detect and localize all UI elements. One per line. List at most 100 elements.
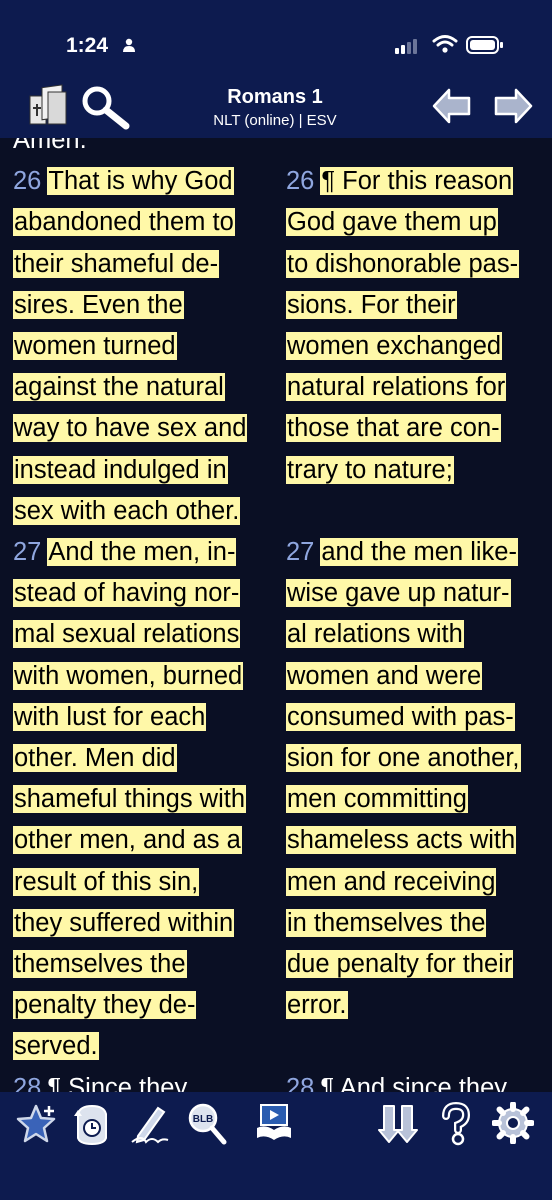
verse-line[interactable]: shameless acts with bbox=[286, 822, 517, 858]
verse-text: shameful things with bbox=[13, 785, 247, 814]
search-icon[interactable] bbox=[80, 86, 132, 130]
verse-line-start[interactable]: 27 And the men, in- bbox=[13, 534, 237, 570]
status-time: 1:24 bbox=[66, 34, 109, 57]
verse-line[interactable]: abandoned them to bbox=[13, 204, 235, 240]
verse-line[interactable]: their shameful de- bbox=[13, 246, 220, 282]
verse-text: against the natural bbox=[13, 373, 225, 402]
verse-line-start[interactable]: 27 and the men like- bbox=[286, 534, 518, 570]
verse-text: penalty they de- bbox=[13, 991, 197, 1020]
blb-label: BLB bbox=[193, 1114, 214, 1125]
verse-text: al relations with bbox=[286, 620, 464, 649]
verse-line[interactable]: due penalty for their bbox=[286, 946, 514, 982]
verse-line[interactable]: result of this sin, bbox=[13, 864, 200, 900]
verse-line[interactable]: men committing bbox=[286, 781, 468, 817]
person-icon bbox=[123, 38, 135, 52]
verse-number[interactable]: 28 bbox=[286, 1074, 314, 1092]
verse-line[interactable]: error. bbox=[286, 987, 348, 1023]
verse-text: trary to nature; bbox=[286, 455, 454, 484]
verse-line[interactable]: Amen. bbox=[13, 138, 87, 158]
verse-line[interactable]: sions. For their bbox=[286, 287, 457, 323]
verse-text: those that are con- bbox=[286, 414, 501, 443]
verse-text: result of this sin, bbox=[13, 867, 200, 896]
scripture-content[interactable]: Amen. 26 That is why God abandoned them to t… bbox=[0, 138, 552, 1092]
verse-line[interactable]: way to have sex and bbox=[13, 410, 248, 446]
favorites-star-icon[interactable] bbox=[15, 1102, 57, 1144]
bible-books-icon[interactable] bbox=[26, 84, 70, 128]
verse-line[interactable]: instead indulged in bbox=[13, 452, 228, 488]
verse-line[interactable]: to dishonorable pas- bbox=[286, 246, 520, 282]
verse-text: And the men, in- bbox=[47, 538, 237, 566]
verse-text: with lust for each bbox=[13, 702, 207, 731]
verse-line[interactable]: mal sexual relations bbox=[13, 616, 241, 652]
verse-line-start[interactable]: 26 That is why God bbox=[13, 163, 234, 199]
verse-line[interactable]: women and were bbox=[286, 658, 483, 694]
verse-number[interactable]: 28 bbox=[13, 1074, 41, 1092]
verse-line-start[interactable]: 26 ¶ For this reason bbox=[286, 163, 514, 199]
verse-line[interactable]: they suffered within bbox=[13, 905, 235, 941]
verse-text: That is why God bbox=[47, 167, 234, 196]
verse-line[interactable]: God gave them up bbox=[286, 204, 498, 240]
verse-line-start[interactable]: 28 ¶ Since they bbox=[13, 1070, 187, 1092]
verse-line[interactable]: wise gave up natur- bbox=[286, 575, 511, 611]
verse-text: served. bbox=[13, 1032, 99, 1061]
verse-line[interactable]: in themselves the bbox=[286, 905, 487, 941]
verse-text: women exchanged bbox=[286, 332, 503, 360]
verse-line[interactable]: against the natural bbox=[13, 369, 225, 405]
reading-plan-icon[interactable] bbox=[255, 1102, 293, 1142]
verse-text: mal sexual relations bbox=[13, 620, 241, 649]
verse-text: sions. For their bbox=[286, 290, 457, 319]
settings-gear-icon[interactable] bbox=[492, 1102, 534, 1144]
verse-text: due penalty for their bbox=[286, 950, 514, 978]
verse-line[interactable]: other men, and as a bbox=[13, 822, 242, 858]
verse-line[interactable]: natural relations for bbox=[286, 369, 507, 405]
verse-line[interactable]: al relations with bbox=[286, 616, 464, 652]
verse-line[interactable]: stead of having nor- bbox=[13, 575, 241, 611]
verse-line[interactable]: shameful things with bbox=[13, 781, 247, 817]
verse-line[interactable]: themselves the bbox=[13, 946, 187, 982]
verse-number[interactable]: 26 bbox=[286, 167, 314, 195]
verse-text: other. Men did bbox=[13, 744, 177, 772]
verse-line-start[interactable]: 28 ¶ And since they bbox=[286, 1070, 507, 1092]
verse-line[interactable]: those that are con- bbox=[286, 410, 501, 446]
parallel-columns-icon[interactable] bbox=[378, 1102, 418, 1146]
verse-line[interactable]: trary to nature; bbox=[286, 452, 454, 488]
verse-number[interactable]: 26 bbox=[13, 167, 41, 195]
verse-line[interactable]: sex with each other. bbox=[13, 493, 241, 529]
verse-text: ¶ Since they bbox=[47, 1073, 188, 1092]
verse-text: consumed with pas- bbox=[286, 702, 515, 731]
history-clock-icon[interactable] bbox=[72, 1102, 112, 1146]
verse-line[interactable]: other. Men did bbox=[13, 740, 177, 776]
verse-line[interactable]: sires. Even the bbox=[13, 287, 184, 323]
verse-line[interactable]: consumed with pas- bbox=[286, 699, 515, 735]
verse-line[interactable]: with lust for each bbox=[13, 699, 207, 735]
verse-text: men committing bbox=[286, 785, 468, 814]
notes-pen-icon[interactable] bbox=[128, 1102, 172, 1146]
verse-text: their shameful de- bbox=[13, 249, 220, 278]
help-icon[interactable] bbox=[438, 1102, 474, 1146]
verse-text: shameless acts with bbox=[286, 826, 517, 855]
verse-text: sex with each other. bbox=[13, 496, 241, 525]
bottom-toolbar: BLB bbox=[0, 1092, 552, 1200]
verse-text: with women, burned bbox=[13, 661, 244, 690]
verse-line[interactable]: women turned bbox=[13, 328, 177, 364]
next-chapter-icon[interactable] bbox=[492, 86, 534, 126]
verse-text: abandoned them to bbox=[13, 208, 235, 237]
verse-text: ¶ For this reason bbox=[320, 167, 514, 196]
verse-text: other men, and as a bbox=[13, 826, 242, 855]
verse-text: to dishonorable pas- bbox=[286, 249, 520, 278]
verse-number[interactable]: 27 bbox=[286, 538, 314, 566]
verse-line[interactable]: with women, burned bbox=[13, 658, 244, 694]
verse-line[interactable]: penalty they de- bbox=[13, 987, 197, 1023]
blb-search-icon[interactable]: BLB bbox=[186, 1102, 228, 1146]
previous-chapter-icon[interactable] bbox=[431, 86, 473, 126]
verse-line[interactable]: women exchanged bbox=[286, 328, 503, 364]
verse-text: men and receiving bbox=[286, 867, 497, 896]
verse-text: natural relations for bbox=[286, 373, 507, 402]
page-title: Romans 1 bbox=[227, 86, 323, 108]
verse-line[interactable]: served. bbox=[13, 1028, 99, 1064]
verse-line[interactable]: men and receiving bbox=[286, 864, 497, 900]
version-selector[interactable]: NLT (online) | ESV bbox=[130, 112, 420, 129]
verse-text: stead of having nor- bbox=[13, 579, 241, 608]
verse-number[interactable]: 27 bbox=[13, 538, 41, 566]
verse-line[interactable]: sion for one another, bbox=[286, 740, 521, 776]
